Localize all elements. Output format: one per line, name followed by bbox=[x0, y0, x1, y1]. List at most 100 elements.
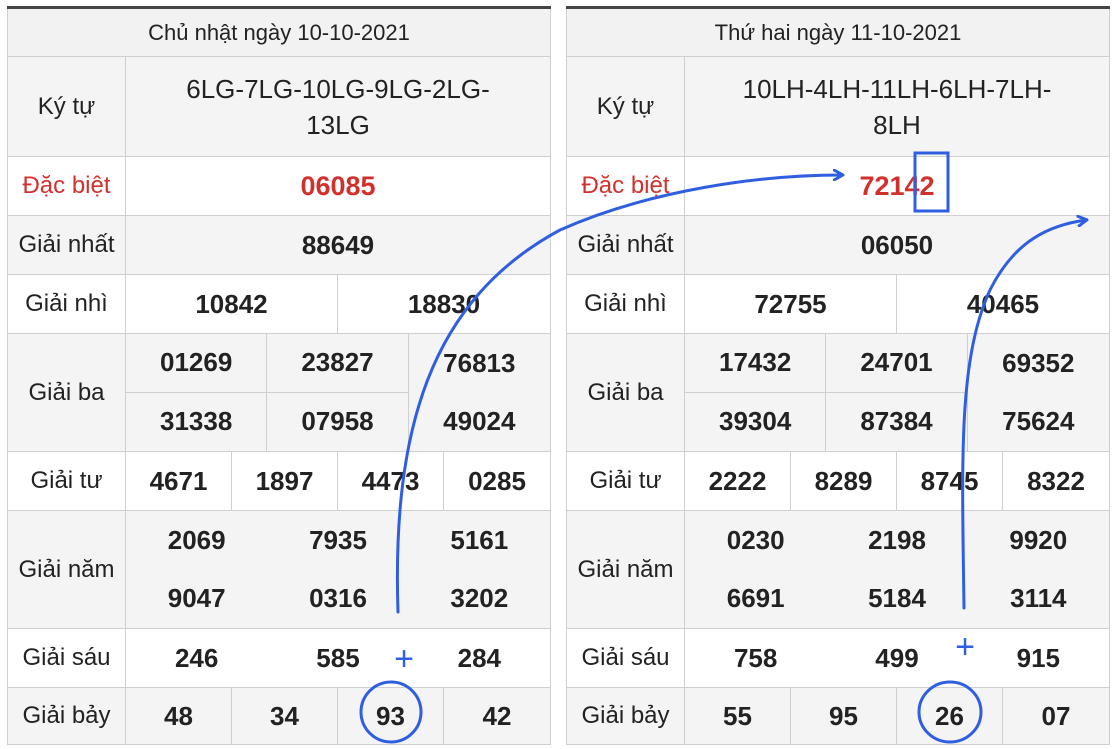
results-table-left: Chủ nhật ngày 10-10-2021 Ký tự 6LG-7LG-1… bbox=[7, 6, 551, 745]
giai-ba-row: Giải ba 17432 24701 69352 39304 87384 75… bbox=[566, 334, 1110, 452]
giai-sau-value: 246 bbox=[174, 642, 219, 673]
giai-sau-value: 585 bbox=[316, 642, 360, 673]
giai-nam-value: 7935 bbox=[309, 524, 367, 555]
giai-ba-row: Giải ba 01269 23827 76813 31338 07958 49… bbox=[7, 334, 551, 452]
giai-nam-value: 0230 bbox=[726, 524, 785, 555]
giai-nam-value: 0316 bbox=[309, 583, 367, 614]
kytu-value: 10LH-4LH-11LH-6LH-7LH- 8LH bbox=[685, 57, 1109, 156]
giai-sau-value: 499 bbox=[875, 642, 919, 673]
kytu-label: Ký tự bbox=[8, 57, 126, 156]
giai-ba-value: 87384 bbox=[826, 392, 968, 451]
giai-nhat-value: 06050 bbox=[860, 229, 934, 260]
giai-nhi-value: 40465 bbox=[966, 288, 1040, 319]
giai-tu-value: 0285 bbox=[468, 465, 526, 496]
giai-ba-value: 39304 bbox=[685, 392, 827, 451]
giai-bay-value: 42 bbox=[482, 700, 512, 731]
giai-nam-value: 3202 bbox=[450, 583, 509, 614]
giai-ba-value: 69352 bbox=[1002, 347, 1075, 378]
dac-biet-label: Đặc biệt bbox=[567, 157, 685, 215]
kytu-label: Ký tự bbox=[567, 57, 685, 156]
giai-bay-value: 95 bbox=[791, 688, 897, 744]
giai-nam-row: Giải năm 2069 7935 5161 9047 0316 3202 bbox=[7, 511, 551, 629]
giai-nhat-label: Giải nhất bbox=[567, 216, 685, 274]
giai-tu-row: Giải tư 2222 8289 8745 8322 bbox=[566, 452, 1110, 511]
giai-tu-value: 8745 bbox=[897, 452, 1003, 510]
giai-nam-value: 5184 bbox=[868, 583, 926, 614]
giai-sau-value: 758 bbox=[733, 642, 778, 673]
giai-nhi-row: Giải nhì 72755 40465 bbox=[566, 275, 1110, 334]
giai-nam-label: Giải năm bbox=[567, 511, 685, 628]
giai-tu-value: 4473 bbox=[338, 452, 444, 510]
giai-nam-label: Giải năm bbox=[8, 511, 126, 628]
giai-nam-row: Giải năm 0230 2198 9920 6691 5184 3114 bbox=[566, 511, 1110, 629]
giai-bay-label: Giải bảy bbox=[8, 688, 126, 744]
giai-nam-value: 9920 bbox=[1009, 524, 1068, 555]
giai-sau-label: Giải sáu bbox=[8, 629, 126, 687]
dac-biet-row: Đặc biệt 72142 bbox=[566, 157, 1110, 216]
giai-tu-label: Giải tư bbox=[567, 452, 685, 510]
results-table-right: Thứ hai ngày 11-10-2021 Ký tự 10LH-4LH-1… bbox=[566, 6, 1110, 745]
giai-nhi-value: 18830 bbox=[407, 288, 481, 319]
dac-biet-value: 06085 bbox=[300, 170, 376, 201]
giai-bay-label: Giải bảy bbox=[567, 688, 685, 744]
giai-nam-value: 9047 bbox=[167, 583, 226, 614]
giai-bay-value: 07 bbox=[1041, 700, 1071, 731]
giai-nam-value: 6691 bbox=[726, 583, 785, 614]
giai-sau-value: 284 bbox=[457, 642, 502, 673]
giai-sau-row: Giải sáu 758 499 915 bbox=[566, 629, 1110, 688]
giai-nhi-row: Giải nhì 10842 18830 bbox=[7, 275, 551, 334]
giai-bay-row: Giải bảy 55 95 26 07 bbox=[566, 688, 1110, 745]
giai-bay-value: 55 bbox=[685, 688, 791, 744]
giai-ba-value: 24701 bbox=[826, 334, 968, 393]
dac-biet-value: 72142 bbox=[859, 170, 935, 201]
giai-sau-value: 915 bbox=[1016, 642, 1061, 673]
kytu-value: 6LG-7LG-10LG-9LG-2LG- 13LG bbox=[126, 57, 550, 156]
giai-ba-label: Giải ba bbox=[8, 334, 126, 451]
giai-ba-value: 07958 bbox=[267, 392, 409, 451]
giai-nhat-row: Giải nhất 88649 bbox=[7, 216, 551, 275]
giai-tu-label: Giải tư bbox=[8, 452, 126, 510]
giai-tu-value: 4671 bbox=[126, 452, 232, 510]
giai-ba-value: 01269 bbox=[126, 334, 268, 393]
giai-tu-row: Giải tư 4671 1897 4473 0285 bbox=[7, 452, 551, 511]
giai-nhi-label: Giải nhì bbox=[567, 275, 685, 333]
giai-ba-value: 17432 bbox=[685, 334, 827, 393]
giai-nhi-value: 10842 bbox=[126, 275, 338, 333]
giai-ba-value: 23827 bbox=[267, 334, 409, 393]
giai-sau-label: Giải sáu bbox=[567, 629, 685, 687]
giai-nhi-label: Giải nhì bbox=[8, 275, 126, 333]
giai-tu-value: 8322 bbox=[1027, 465, 1085, 496]
giai-bay-value: 26 bbox=[897, 688, 1003, 744]
table-title: Thứ hai ngày 11-10-2021 bbox=[566, 9, 1110, 57]
giai-sau-row: Giải sáu 246 585 284 bbox=[7, 629, 551, 688]
giai-nam-value: 3114 bbox=[1010, 583, 1067, 614]
giai-nhat-row: Giải nhất 06050 bbox=[566, 216, 1110, 275]
giai-nam-value: 5161 bbox=[450, 524, 509, 555]
kytu-row: Ký tự 6LG-7LG-10LG-9LG-2LG- 13LG bbox=[7, 57, 551, 157]
dac-biet-row: Đặc biệt 06085 bbox=[7, 157, 551, 216]
giai-ba-value: 76813 bbox=[443, 347, 516, 378]
giai-ba-value: 49024 bbox=[443, 406, 516, 437]
giai-bay-value: 93 bbox=[338, 688, 444, 744]
giai-nam-value: 2069 bbox=[167, 524, 226, 555]
giai-ba-label: Giải ba bbox=[567, 334, 685, 451]
kytu-row: Ký tự 10LH-4LH-11LH-6LH-7LH- 8LH bbox=[566, 57, 1110, 157]
giai-nhi-value: 72755 bbox=[685, 275, 897, 333]
giai-bay-row: Giải bảy 48 34 93 42 bbox=[7, 688, 551, 745]
giai-bay-value: 48 bbox=[126, 688, 232, 744]
giai-nhat-value: 88649 bbox=[301, 229, 375, 260]
giai-tu-value: 8289 bbox=[791, 452, 897, 510]
table-title: Chủ nhật ngày 10-10-2021 bbox=[7, 9, 551, 57]
giai-nam-value: 2198 bbox=[868, 524, 926, 555]
kytu-line-2: 13LG bbox=[306, 109, 370, 140]
giai-ba-value: 75624 bbox=[1002, 406, 1075, 437]
kytu-line-1: 6LG-7LG-10LG-9LG-2LG- bbox=[186, 73, 490, 104]
dac-biet-label: Đặc biệt bbox=[8, 157, 126, 215]
giai-nhat-label: Giải nhất bbox=[8, 216, 126, 274]
giai-bay-value: 34 bbox=[232, 688, 338, 744]
giai-ba-value: 31338 bbox=[126, 392, 268, 451]
kytu-line-2: 8LH bbox=[873, 109, 921, 140]
kytu-line-1: 10LH-4LH-11LH-6LH-7LH- bbox=[742, 73, 1052, 104]
giai-tu-value: 2222 bbox=[685, 452, 791, 510]
giai-tu-value: 1897 bbox=[232, 452, 338, 510]
